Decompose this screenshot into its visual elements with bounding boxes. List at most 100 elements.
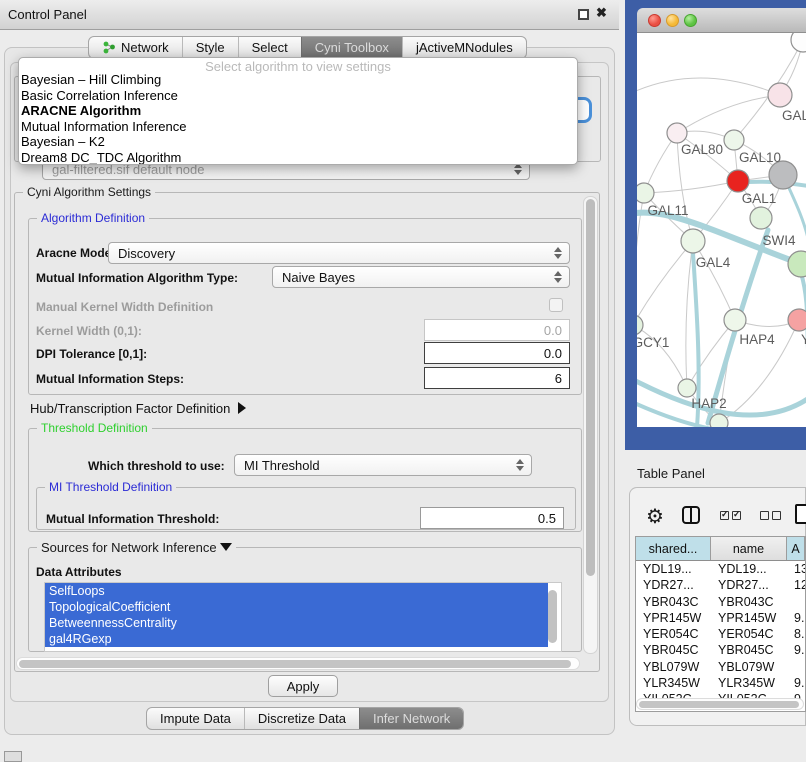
data-attributes-list[interactable]: SelfLoopsTopologicalCoefficientBetweenne… bbox=[44, 582, 562, 652]
scrollbar-thumb[interactable] bbox=[586, 199, 595, 576]
which-threshold-combo[interactable]: MI Threshold bbox=[234, 454, 532, 476]
network-edge[interactable] bbox=[693, 241, 735, 320]
table-row[interactable]: YDR27...YDR27...12... bbox=[636, 577, 805, 593]
network-edge[interactable] bbox=[637, 241, 693, 325]
attribute-list-item[interactable]: gal4RGexp bbox=[45, 631, 548, 647]
table-row[interactable]: YDL19...YDL19...13... bbox=[636, 561, 805, 577]
network-node[interactable] bbox=[724, 309, 746, 331]
table-row[interactable]: YBR043CYBR043C bbox=[636, 594, 805, 610]
tab-cyni-toolbox[interactable]: Cyni Toolbox bbox=[301, 37, 402, 58]
hub-definition-label[interactable]: Hub/Transcription Factor Definition bbox=[30, 401, 246, 416]
scrollbar-thumb[interactable] bbox=[639, 701, 799, 708]
settings-vertical-scrollbar[interactable] bbox=[583, 196, 598, 654]
document-icon[interactable] bbox=[795, 504, 806, 524]
table-row[interactable]: YBL079WYBL079W bbox=[636, 659, 805, 675]
network-node[interactable] bbox=[768, 83, 792, 107]
deselect-all-icon[interactable] bbox=[760, 511, 781, 520]
node-table[interactable]: shared... name A YDL19...YDL19...13...YD… bbox=[635, 536, 806, 712]
network-node[interactable] bbox=[667, 123, 687, 143]
algorithm-option[interactable]: Basic Correlation Inference bbox=[19, 88, 577, 104]
network-edge[interactable] bbox=[637, 78, 780, 95]
table-cell bbox=[787, 659, 805, 675]
tab-discretize-data[interactable]: Discretize Data bbox=[244, 708, 359, 729]
dpi-tolerance-field[interactable]: 0.0 bbox=[424, 342, 570, 364]
network-node[interactable] bbox=[788, 251, 806, 277]
network-node[interactable] bbox=[791, 33, 806, 52]
dock-panel-icon[interactable] bbox=[4, 751, 22, 762]
tab-style[interactable]: Style bbox=[182, 37, 238, 58]
table-row[interactable]: YBR045CYBR045C9. bbox=[636, 642, 805, 658]
algorithm-option[interactable]: Dream8 DC_TDC Algorithm bbox=[19, 150, 577, 165]
column-header-third[interactable]: A bbox=[787, 537, 805, 560]
stepper-icon bbox=[550, 247, 566, 259]
network-node[interactable] bbox=[750, 207, 772, 229]
kernel-width-field[interactable]: 0.0 bbox=[424, 319, 570, 341]
network-node-label: HAP2 bbox=[691, 396, 726, 411]
network-node[interactable] bbox=[727, 170, 749, 192]
list-scrollbar-thumb[interactable] bbox=[548, 590, 557, 643]
network-node[interactable] bbox=[681, 229, 705, 253]
mi-steps-field[interactable]: 6 bbox=[424, 367, 570, 389]
table-cell: YBR045C bbox=[636, 642, 711, 658]
algorithm-option[interactable]: Bayesian – K2 bbox=[19, 134, 577, 150]
aracne-mode-combo[interactable]: Discovery bbox=[108, 242, 570, 264]
column-header-name[interactable]: name bbox=[711, 537, 787, 560]
network-edge[interactable] bbox=[644, 181, 738, 193]
network-node-label: GAL1 bbox=[742, 191, 777, 206]
network-node[interactable] bbox=[769, 161, 797, 189]
tab-jactivemnodules[interactable]: jActiveMNodules bbox=[402, 37, 526, 58]
network-window-titlebar[interactable] bbox=[637, 8, 806, 33]
split-view-icon[interactable] bbox=[682, 506, 700, 524]
mi-threshold-field[interactable]: 0.5 bbox=[420, 507, 564, 529]
algorithm-option[interactable]: Bayesian – Hill Climbing bbox=[19, 72, 577, 88]
manual-kernel-width-checkbox[interactable] bbox=[549, 298, 563, 312]
network-node[interactable] bbox=[788, 309, 806, 331]
table-cell: YPR145W bbox=[636, 610, 711, 626]
expand-right-icon[interactable] bbox=[238, 402, 246, 414]
attribute-list-item[interactable]: BetweennessCentrality bbox=[45, 615, 548, 631]
collapse-down-icon[interactable] bbox=[220, 543, 232, 551]
table-cell: YDL19... bbox=[636, 561, 711, 577]
apply-button[interactable]: Apply bbox=[268, 675, 338, 697]
network-node[interactable] bbox=[724, 130, 744, 150]
cyni-mode-tabs: Impute Data Discretize Data Infer Networ… bbox=[146, 707, 464, 730]
table-row[interactable]: YLR345WYLR345W9. bbox=[636, 675, 805, 691]
table-cell: YDL19... bbox=[711, 561, 787, 577]
network-node[interactable] bbox=[637, 315, 643, 335]
table-cell: 12... bbox=[787, 577, 805, 593]
tab-infer-network[interactable]: Infer Network bbox=[359, 708, 463, 729]
network-canvas[interactable]: GALGAL80GAL10GAL1GAL11SWI4GAL4GCY1HAP4YH… bbox=[637, 33, 806, 427]
table-cell: YBR045C bbox=[711, 642, 787, 658]
close-traffic-light-icon[interactable] bbox=[648, 14, 661, 27]
network-edge[interactable] bbox=[677, 95, 780, 133]
network-node[interactable] bbox=[710, 414, 728, 427]
which-threshold-label: Which threshold to use: bbox=[88, 459, 225, 473]
algorithm-option[interactable]: Mutual Information Inference bbox=[19, 119, 577, 135]
float-window-icon[interactable] bbox=[578, 9, 589, 20]
select-all-icon[interactable] bbox=[720, 511, 741, 520]
table-row[interactable]: YPR145WYPR145W9. bbox=[636, 610, 805, 626]
table-horizontal-scrollbar[interactable] bbox=[636, 698, 804, 710]
tab-select[interactable]: Select bbox=[238, 37, 301, 58]
attribute-list-item[interactable]: TopologicalCoefficient bbox=[45, 599, 548, 615]
table-toolbar: ⚙ bbox=[635, 503, 806, 533]
network-node[interactable] bbox=[637, 183, 654, 203]
dropdown-prompt: Select algorithm to view settings bbox=[19, 58, 577, 72]
settings-horizontal-scrollbar[interactable] bbox=[16, 657, 580, 670]
close-icon[interactable]: ✖ bbox=[596, 5, 607, 21]
zoom-traffic-light-icon[interactable] bbox=[684, 14, 697, 27]
network-node-label: GAL bbox=[782, 108, 806, 123]
table-cell: 9. bbox=[787, 675, 805, 691]
network-node[interactable] bbox=[678, 379, 696, 397]
tab-network[interactable]: Network bbox=[89, 37, 182, 58]
control-panel-titlebar: Control Panel ✖ bbox=[0, 0, 619, 30]
minimize-traffic-light-icon[interactable] bbox=[666, 14, 679, 27]
gear-icon[interactable]: ⚙ bbox=[646, 504, 664, 529]
algorithm-option[interactable]: ARACNE Algorithm bbox=[19, 103, 577, 119]
column-header-shared-name[interactable]: shared... bbox=[636, 537, 711, 560]
table-row[interactable]: YER054CYER054C8. bbox=[636, 626, 805, 642]
attribute-list-item[interactable]: SelfLoops bbox=[45, 583, 548, 599]
scrollbar-thumb[interactable] bbox=[19, 660, 571, 668]
mi-algorithm-type-combo[interactable]: Naive Bayes bbox=[272, 266, 570, 288]
tab-impute-data[interactable]: Impute Data bbox=[147, 708, 244, 729]
